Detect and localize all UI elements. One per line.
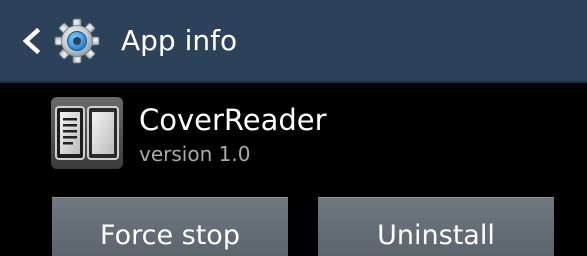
action-bar-title: App info [121,24,238,57]
app-name: CoverReader [139,103,327,137]
reader-app-icon [51,97,123,169]
up-navigation-button[interactable] [0,0,118,83]
app-info-screen: App info CoverReader version 1.0 Force s… [0,0,587,256]
chevron-left-icon [22,28,41,54]
force-stop-button[interactable]: Force stop [52,197,288,256]
app-version: version 1.0 [139,142,251,166]
gear-icon [54,18,100,64]
uninstall-button[interactable]: Uninstall [318,197,554,256]
action-bar: App info [0,0,587,83]
